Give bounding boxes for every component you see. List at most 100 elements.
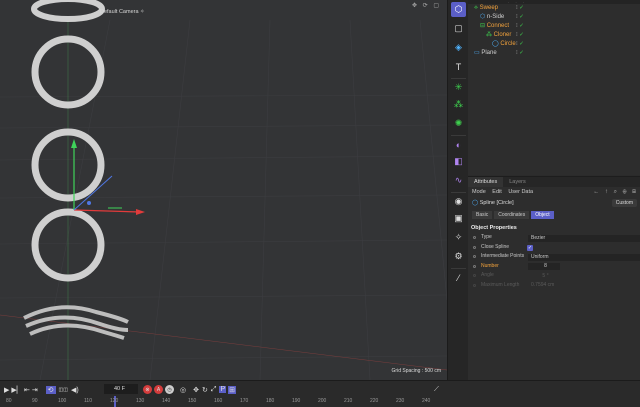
pla-key-icon[interactable]: ⊞ (228, 385, 237, 394)
visibility-dots-icon[interactable]: ⁝ (516, 23, 518, 29)
object-row[interactable]: ⊟ Connect ⁝ ✓ (468, 22, 640, 31)
cube-primitive-icon[interactable]: ⬡ (451, 2, 466, 17)
camera-label[interactable]: Default Camera ✧ (100, 9, 145, 15)
loop-icon[interactable]: ⟲ (45, 385, 56, 394)
braided-base (23, 305, 129, 340)
brush-tool-icon[interactable]: ⁄ (451, 268, 466, 283)
object-flags[interactable]: ⁝ ✓ (516, 13, 524, 22)
ruler-tick-label: 170 (240, 398, 249, 404)
tab-layers[interactable]: Layers (503, 177, 532, 187)
menu-edit[interactable]: Edit (492, 189, 501, 195)
close-spline-checkbox[interactable]: ✓ (527, 244, 533, 251)
tab-basic[interactable]: Basic (472, 210, 493, 219)
x-axis-line (0, 314, 447, 371)
keyframe-dot-icon[interactable] (473, 255, 476, 258)
go-end-icon[interactable]: ⇥ (32, 386, 40, 394)
move-key-icon[interactable]: ✥ (193, 386, 199, 394)
visibility-dots-icon[interactable]: ⁝ (516, 5, 518, 11)
enabled-check-icon[interactable]: ✓ (519, 32, 524, 38)
nside-spline-icon: ⬡ (480, 14, 486, 20)
keyframe-dot-icon[interactable] (473, 236, 476, 239)
object-flags[interactable]: ⁝ ✓ (516, 22, 524, 31)
play-icon[interactable]: ▶ (4, 386, 11, 394)
tab-object[interactable]: Object (531, 210, 554, 219)
attribute-tabs: Attributes Layers (468, 177, 640, 187)
tab-coordinates[interactable]: Coordinates (494, 210, 530, 219)
step-back-icon[interactable]: ▶▏ (11, 386, 24, 394)
3d-viewport[interactable]: Default Camera ✧ ✥ ⟳ ▢ Grid Spacing : 50… (0, 0, 447, 380)
null-object-icon[interactable]: ▢ (451, 21, 466, 36)
key-mode-icon[interactable]: ◎ (180, 386, 186, 394)
max-length-field: 0.7594 cm (531, 282, 555, 288)
object-name: Sweep (479, 5, 498, 11)
speed-icon[interactable]: ◫◫ (59, 387, 68, 393)
primitive-cube-icon[interactable]: ◈ (451, 40, 466, 55)
attribute-nav-icons[interactable]: ← ↑ ⌕ ⊕ ⊞ (593, 187, 638, 197)
camera-name: Default Camera (100, 9, 141, 15)
ruler-tick-label: 140 (162, 398, 171, 404)
field-icon[interactable]: ◧ (451, 154, 466, 169)
sound-icon[interactable]: ◀) (71, 386, 79, 394)
scene-icon[interactable]: ◉ (451, 192, 466, 207)
visibility-dots-icon[interactable]: ⁝ (516, 50, 518, 56)
enabled-check-icon[interactable]: ✓ (519, 41, 524, 47)
enabled-check-icon[interactable]: ✓ (519, 14, 524, 20)
enabled-check-icon[interactable]: ✓ (519, 50, 524, 56)
attribute-object-header: ◯ Spline [Circle] Custom (468, 197, 640, 209)
ruler-tick-label: 100 (58, 398, 67, 404)
object-row[interactable]: ⬡ n-Side ⁝ ✓ (468, 13, 640, 22)
keyframe-icon[interactable]: ◷ (165, 385, 174, 394)
object-manager: ··· ⟡ Sweep ⁝ ✓ ⬡ n-Side ⁝ ✓ ⊟ Connect ⁝ ✓ ⁂ C… (468, 0, 640, 175)
max-length-label: Maximum Length (481, 281, 520, 288)
object-flags[interactable]: ⁝ ✓ (516, 4, 524, 13)
object-flags[interactable]: ⁝ ✓ (516, 40, 524, 49)
param-key-icon[interactable]: P (219, 386, 227, 393)
menu-user-data[interactable]: User Data (508, 189, 533, 195)
effector-icon[interactable]: ✺ (451, 116, 466, 131)
scale-key-icon[interactable]: ⤢ (211, 386, 217, 394)
circle-spline-icon: ◯ (492, 41, 499, 47)
spline-pen-icon[interactable]: ∿ (451, 173, 466, 188)
object-title: Spline [Circle] (479, 200, 514, 206)
visibility-dots-icon[interactable]: ⁝ (516, 14, 518, 20)
grid-spacing-label: Grid Spacing : 500 cm (391, 368, 441, 374)
number-field[interactable]: 8 (528, 263, 560, 270)
cloner-tool-icon[interactable]: ⁂ (451, 97, 466, 112)
object-name: Cloner (493, 32, 512, 38)
object-name: Plane (481, 50, 497, 56)
object-flags[interactable]: ⁝ ✓ (516, 49, 524, 58)
keyframe-dot-icon[interactable] (473, 264, 476, 268)
light-tool-icon[interactable]: ✧ (451, 230, 466, 245)
deformer-icon[interactable]: ◐ (451, 135, 466, 150)
object-row[interactable]: ⟡ Sweep ⁝ ✓ (468, 4, 640, 13)
object-row[interactable]: ◯ Circle ⁝ ✓ (468, 40, 640, 49)
frame-ruler[interactable]: 80 90 100 110 120 130 140 150 160 170 180 190 200 210… (0, 396, 447, 407)
intermediate-points-select[interactable]: Uniform (528, 253, 640, 261)
object-row[interactable]: ▭ Plane ⁝ ✓ (468, 49, 640, 58)
object-flags[interactable]: ⁝ ✓ (516, 31, 524, 40)
enabled-check-icon[interactable]: ✓ (519, 5, 524, 11)
object-row[interactable]: ⁂ Cloner ⁝ ✓ (468, 31, 640, 40)
ruler-tick-label: 110 (84, 398, 92, 404)
record-icon[interactable]: ⊗ (143, 385, 152, 394)
generator-icon[interactable]: ✳ (451, 78, 466, 93)
current-frame-field[interactable]: 40 F (104, 384, 138, 394)
camera-tool-icon[interactable]: ▣ (451, 211, 466, 226)
go-start-icon[interactable]: ⇤ (24, 386, 32, 394)
keyframe-dot-icon (473, 274, 476, 277)
view-controls[interactable]: ✥ ⟳ ▢ (412, 2, 441, 9)
menu-mode[interactable]: Mode (472, 189, 486, 195)
visibility-dots-icon[interactable]: ⁝ (516, 41, 518, 47)
enabled-check-icon[interactable]: ✓ (519, 23, 524, 29)
tab-attributes[interactable]: Attributes (468, 177, 504, 187)
custom-button[interactable]: Custom (611, 199, 637, 207)
f-curve-icon[interactable]: ⟋ (434, 384, 439, 395)
property-tabs: Basic Coordinates Object (468, 209, 640, 220)
type-select[interactable]: Bezier (528, 234, 640, 242)
rotate-key-icon[interactable]: ↻ (202, 386, 208, 394)
keyframe-dot-icon[interactable] (473, 245, 476, 249)
autokey-icon[interactable]: A (154, 385, 163, 394)
visibility-dots-icon[interactable]: ⁝ (516, 32, 518, 38)
text-tool-icon[interactable]: T (451, 59, 466, 74)
settings-gear-icon[interactable]: ⚙ (451, 249, 466, 264)
